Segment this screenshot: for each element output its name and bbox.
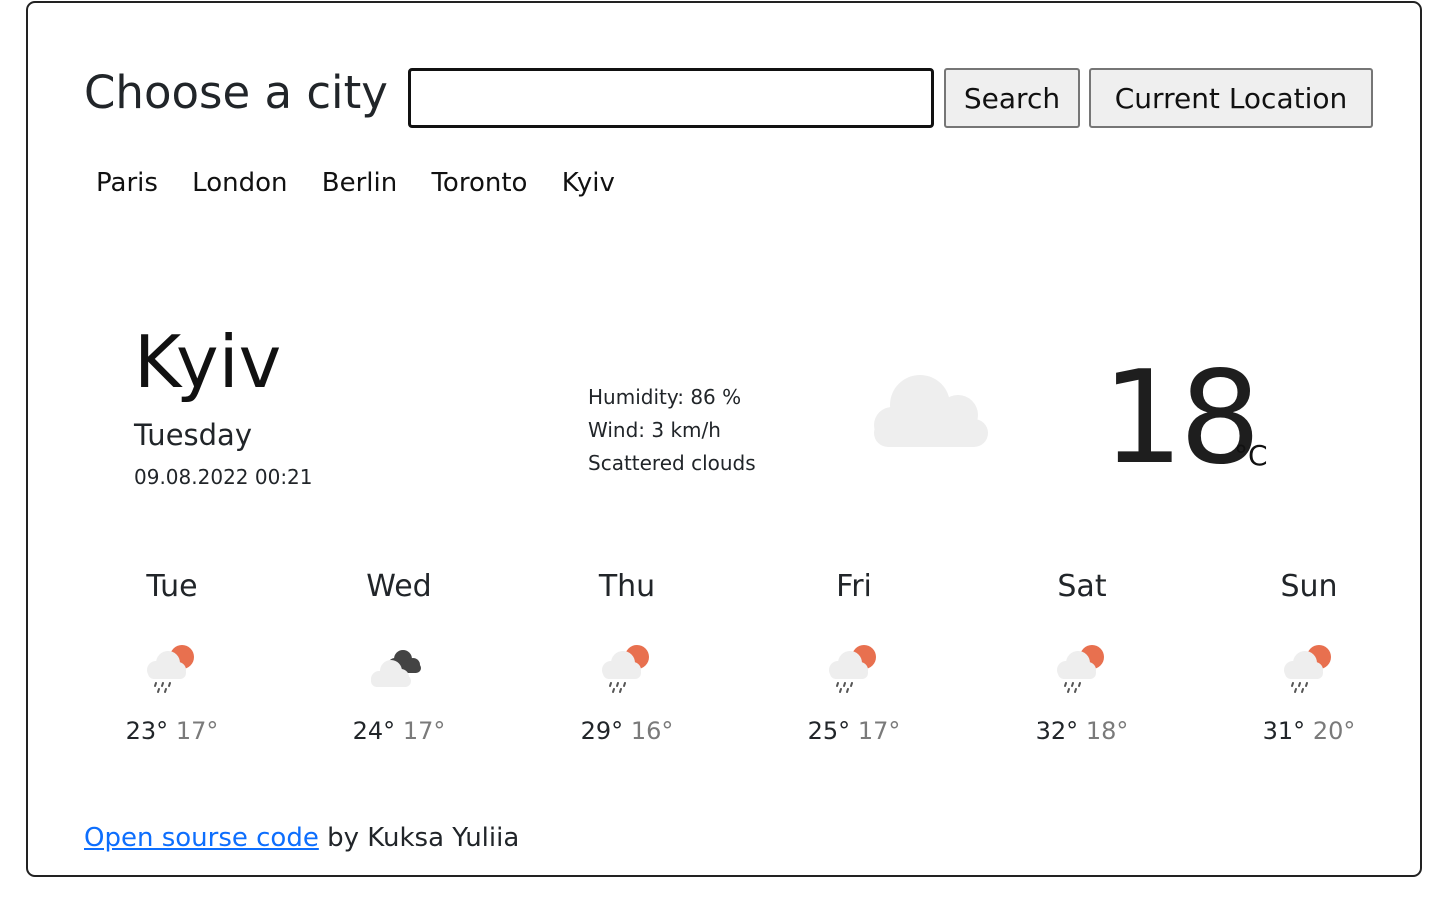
wind-text: Wind: 3 km/h	[588, 418, 721, 442]
open-source-link[interactable]: Open sourse code	[84, 823, 319, 853]
forecast-day-name: Tue	[146, 569, 198, 604]
forecast-day-name: Thu	[598, 569, 656, 604]
quick-city-links: Paris London Berlin Toronto Kyiv	[96, 165, 641, 201]
current-location-button[interactable]: Current Location	[1089, 68, 1373, 128]
forecast-day: Tue 23° 17°	[58, 563, 286, 763]
forecast-day: Fri 25° 17°	[740, 563, 968, 763]
forecast-min-temp: 16°	[630, 717, 674, 745]
search-button[interactable]: Search	[944, 68, 1080, 128]
forecast-max-temp: 24°	[352, 717, 396, 745]
forecast-min-temp: 17°	[402, 717, 446, 745]
current-city-name: Kyiv	[134, 320, 282, 404]
choose-city-label: Choose a city	[84, 66, 388, 119]
city-search-input[interactable]	[408, 68, 934, 128]
forecast-temps: 23° 17°	[58, 715, 286, 747]
forecast-min-temp: 17°	[175, 717, 219, 745]
forecast-max-temp: 23°	[125, 717, 169, 745]
forecast-temps: 24° 17°	[285, 715, 513, 747]
quick-city-kyiv[interactable]: Kyiv	[562, 165, 615, 201]
weather-description: Scattered clouds	[588, 451, 756, 475]
forecast-temps: 32° 18°	[968, 715, 1196, 747]
quick-city-london[interactable]: London	[192, 165, 287, 201]
weather-details: Humidity: 86 % Wind: 3 km/h Scattered cl…	[588, 381, 756, 480]
forecast-temps: 31° 20°	[1195, 715, 1423, 747]
cloud-icon	[874, 375, 988, 447]
author-credit: by Kuksa Yuliia	[318, 823, 520, 853]
search-form: Choose a city Search Current Location	[84, 65, 1384, 128]
rain-sun-icon	[602, 645, 649, 693]
rain-sun-icon	[1057, 645, 1104, 693]
forecast-day: Wed 24° 17°	[285, 563, 513, 763]
forecast-min-temp: 17°	[857, 717, 901, 745]
forecast-day: Sat 32° 18°	[968, 563, 1196, 763]
forecast-max-temp: 32°	[1035, 717, 1079, 745]
forecast-day-name: Sun	[1280, 569, 1338, 604]
forecast-day-name: Wed	[366, 569, 432, 604]
temperature-unit: °C	[1234, 439, 1268, 472]
rain-sun-icon	[147, 645, 194, 693]
rain-sun-icon	[1284, 645, 1331, 693]
weather-card: Choose a city Search Current Location Pa…	[26, 1, 1422, 877]
broken-clouds-icon	[371, 650, 421, 687]
forecast-day: Sun 31° 20°	[1195, 563, 1423, 763]
forecast-temps: 25° 17°	[740, 715, 968, 747]
quick-city-toronto[interactable]: Toronto	[431, 165, 527, 201]
forecast-day-name: Fri	[836, 569, 872, 604]
forecast-day-name: Sat	[1057, 569, 1107, 604]
forecast-temps: 29° 16°	[513, 715, 741, 747]
forecast-max-temp: 31°	[1262, 717, 1306, 745]
footer: Open sourse code by Kuksa Yuliia	[84, 819, 519, 857]
forecast-day: Thu 29° 16°	[513, 563, 741, 763]
forecast: Tue 23° 17° Wed 24° 17° Thu 29° 16° Fri …	[58, 563, 1398, 763]
quick-city-berlin[interactable]: Berlin	[322, 165, 397, 201]
current-weekday: Tuesday	[134, 418, 252, 452]
humidity-text: Humidity: 86 %	[588, 385, 742, 409]
forecast-min-temp: 20°	[1312, 717, 1356, 745]
current-datetime: 09.08.2022 00:21	[134, 465, 313, 489]
forecast-max-temp: 25°	[807, 717, 851, 745]
rain-sun-icon	[829, 645, 876, 693]
forecast-max-temp: 29°	[580, 717, 624, 745]
forecast-min-temp: 18°	[1085, 717, 1129, 745]
quick-city-paris[interactable]: Paris	[96, 165, 158, 201]
